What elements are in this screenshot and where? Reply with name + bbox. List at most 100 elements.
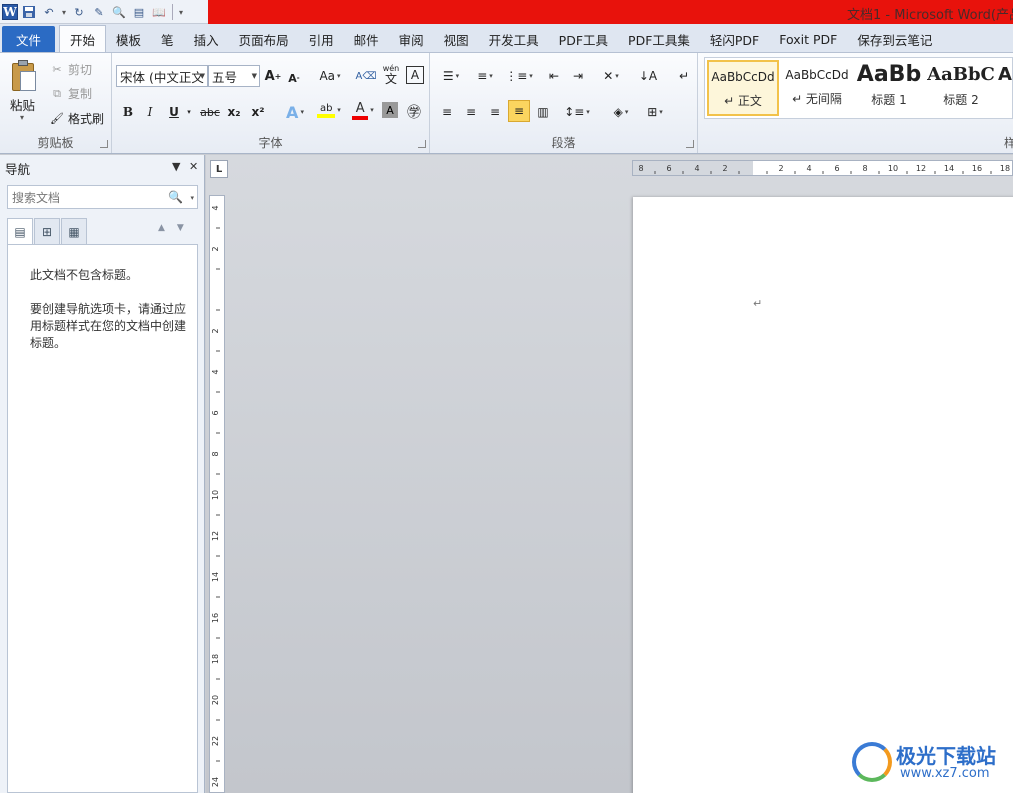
decrease-indent-icon[interactable]: ⇤ [544,65,564,87]
numbering-button[interactable]: ≡ ▾ [470,65,500,87]
bullets-button[interactable]: ☰ ▾ [436,65,466,87]
save-icon[interactable] [20,3,38,21]
shrink-font-icon[interactable]: A- [286,67,302,89]
tab-pen[interactable]: 笔 [151,26,184,52]
tab-pdf-toolset[interactable]: PDF工具集 [618,26,700,52]
sort-icon[interactable]: ↓A [638,65,658,87]
search-document-input[interactable]: 搜索文档 🔍 ▾ [7,185,198,209]
clipboard-group-label: 剪贴板 [37,136,74,150]
tab-references[interactable]: 引用 [299,26,344,52]
style-title[interactable]: A [997,60,1013,116]
close-icon[interactable]: ✕ [189,160,198,173]
style-normal[interactable]: AaBbCcDd ↵ 正文 [707,60,779,116]
borders-button[interactable]: ⊞ ▾ [640,101,670,123]
print-preview-icon[interactable]: 🔍 [110,3,128,21]
strikethrough-button[interactable]: abc [198,101,222,123]
undo-dropdown-icon[interactable]: ▾ [60,3,68,21]
paste-dropdown-icon[interactable]: ▾ [20,113,24,122]
shading-button[interactable]: ◈ ▾ [606,101,636,123]
font-size-combo[interactable]: 五号 ▼ [208,65,260,87]
tab-home[interactable]: 开始 [59,25,107,52]
next-arrow-icon[interactable]: ▼ [177,223,184,233]
font-name-combo[interactable]: 宋体 (中文正文 ▼ [116,65,208,87]
tab-pdf-tools[interactable]: PDF工具 [549,26,618,52]
character-border-icon[interactable]: A [406,66,424,84]
tab-browse-pages[interactable]: ⊞ [34,218,60,244]
chevron-down-icon: ▼ [251,72,257,80]
redo-icon[interactable]: ↻ [70,3,88,21]
superscript-button[interactable]: x² [248,101,268,123]
italic-button[interactable]: I [140,101,160,123]
align-right-icon[interactable]: ≡ [484,101,506,123]
multilevel-list-button[interactable]: ⋮≡ ▾ [504,65,534,87]
pane-options-icon[interactable]: ▼ [172,160,180,173]
search-icon[interactable]: 🔍 [168,190,183,204]
tab-page-layout[interactable]: 页面布局 [229,26,299,52]
undo-icon[interactable]: ↶ [40,3,58,21]
distributed-icon[interactable]: ▥ [532,101,554,123]
asian-layout-button[interactable]: ✕ ▾ [596,65,626,87]
horizontal-ruler: 8 6 4 2 2 4 6 8 10 12 14 16 18 [632,160,1013,176]
edit-icon[interactable]: ✎ [90,3,108,21]
subscript-button[interactable]: x₂ [224,101,244,123]
line-spacing-button[interactable]: ↕≡ ▾ [562,101,592,123]
format-painter-label: 格式刷 [68,112,105,126]
tab-template[interactable]: 模板 [106,26,151,52]
watermark-url: www.xz7.com [900,766,990,781]
highlight-color-button[interactable]: ab ▾ [312,99,346,121]
tab-view[interactable]: 视图 [434,26,479,52]
increase-indent-icon[interactable]: ⇥ [568,65,588,87]
style-heading-2[interactable]: AaBbC 标题 2 [925,60,997,116]
change-case-button[interactable]: Aa ▾ [316,65,344,87]
tab-selector-icon[interactable]: L [210,160,228,178]
tab-qingshan-pdf[interactable]: 轻闪PDF [700,26,769,52]
underline-button[interactable]: U [164,101,184,123]
phonetic-guide-button[interactable]: wén 文 [380,63,402,85]
tab-browse-results[interactable]: ▦ [61,218,87,244]
ribbon-tabs: 文件 开始 模板 笔 插入 页面布局 引用 邮件 审阅 视图 开发工具 PDF工… [0,24,1013,52]
tab-mailings[interactable]: 邮件 [344,26,389,52]
bold-button[interactable]: B [118,101,138,123]
cut-button[interactable]: ✂ 剪切 [50,61,92,78]
paste-icon[interactable] [10,59,38,93]
style-no-spacing[interactable]: AaBbCcDd ↵ 无间隔 [781,60,853,116]
tab-save-to-cloud-note[interactable]: 保存到云笔记 [847,26,942,52]
style-heading-1[interactable]: AaBb 标题 1 [853,60,925,116]
paste-button[interactable]: 粘贴 [10,95,35,114]
tab-developer[interactable]: 开发工具 [479,26,549,52]
underline-dropdown-icon[interactable]: ▾ [184,101,194,123]
ruler-label: 18 [211,654,220,664]
ruler-label: 18 [1000,164,1010,173]
previous-arrow-icon[interactable]: ▲ [158,223,165,233]
document-page[interactable]: ↵ [633,197,1013,793]
tab-review[interactable]: 审阅 [389,26,434,52]
new-icon[interactable]: ▤ [130,3,148,21]
font-launcher-icon[interactable] [418,140,426,148]
read-mode-icon[interactable]: 📖 [150,3,168,21]
clipboard-launcher-icon[interactable] [100,140,108,148]
search-options-icon[interactable]: ▾ [190,194,194,202]
tab-browse-headings[interactable]: ▤ [7,218,33,244]
customize-qat-icon[interactable]: ▾ [177,3,185,21]
ruler-label: 24 [211,777,220,787]
text-effects-icon[interactable]: A ▾ [280,101,310,123]
character-shading-icon[interactable]: A [382,102,398,118]
paragraph-launcher-icon[interactable] [686,140,694,148]
clear-formatting-icon[interactable]: A⌫ [356,65,377,87]
ruler-label: 8 [638,164,643,173]
enclose-characters-icon[interactable]: ㊫ [404,101,424,123]
tab-insert[interactable]: 插入 [184,26,229,52]
font-color-button[interactable]: A ▾ [348,99,378,121]
align-center-icon[interactable]: ≡ [460,101,482,123]
tab-file[interactable]: 文件 [2,26,56,52]
copy-button[interactable]: ⧉ 复制 [50,85,92,102]
style-name: ↵ 正文 [724,94,762,108]
format-painter-button[interactable]: 🖌 格式刷 [50,110,104,127]
justify-icon[interactable]: ≡ [508,100,530,122]
word-logo-icon[interactable]: W [2,4,18,20]
show-marks-icon[interactable]: ↵ [674,65,694,87]
align-left-icon[interactable]: ≡ [436,101,458,123]
paragraph-group: ☰ ▾ ≡ ▾ ⋮≡ ▾ ⇤ ⇥ ✕ ▾ ↓A ↵ ≡ ≡ ≡ ≡ ▥ ↕≡ ▾ ◈ ▾ ⊞… [430,53,698,153]
grow-font-icon[interactable]: A + [264,65,282,87]
tab-foxit-pdf[interactable]: Foxit PDF [769,26,847,52]
